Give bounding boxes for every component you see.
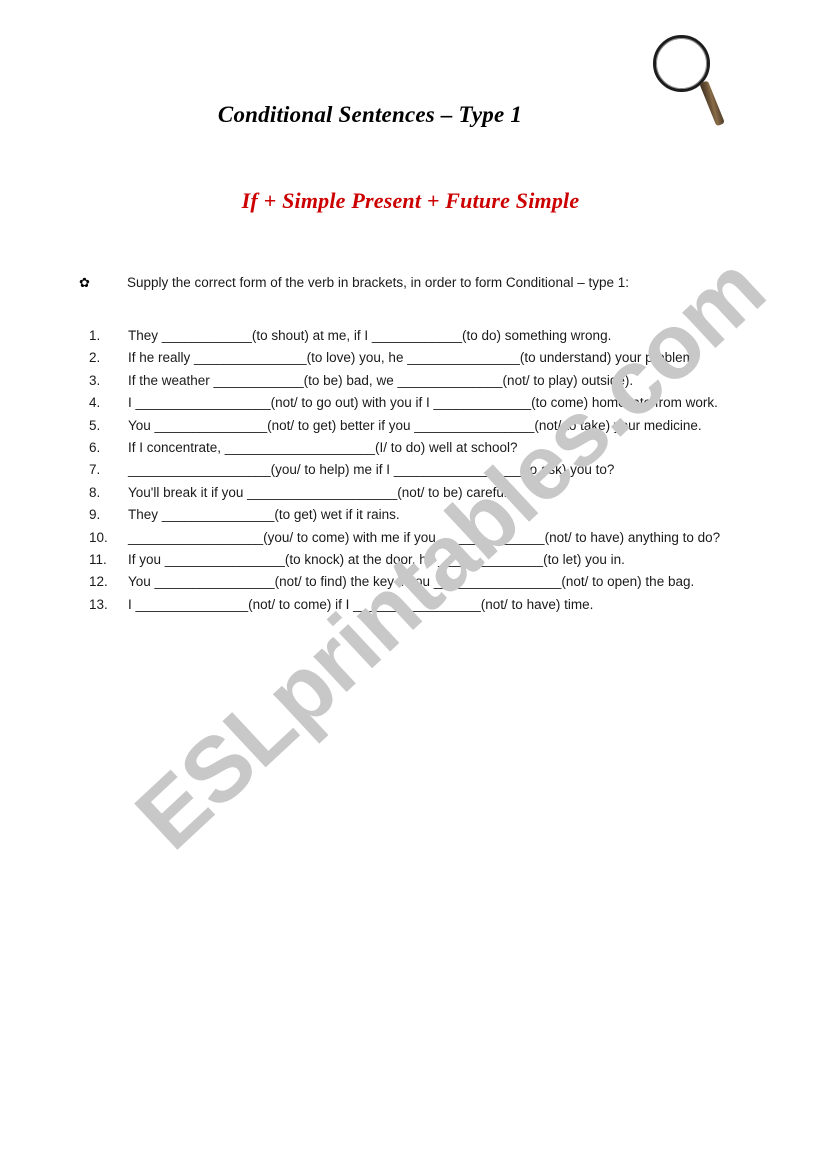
exercise-number: 1.	[89, 328, 101, 343]
exercise-text: If the weather ____________(to be) bad, …	[128, 372, 634, 388]
page-title: Conditional Sentences – Type 1	[217, 102, 523, 127]
instruction-row: ✿ Supply the correct form of the verb in…	[79, 274, 779, 292]
exercise-number: 5.	[89, 417, 101, 433]
exercise-item: 12. You ________________(not/ to find) th…	[89, 573, 754, 591]
exercise-text: You _______________(not/ to get) better …	[128, 417, 702, 433]
exercise-number: 13.	[89, 596, 108, 612]
exercise-item: 8. You'll break it if you _______________…	[89, 484, 754, 502]
exercise-item: 10. __________________(you/ to come) with…	[89, 529, 754, 547]
exercise-item: 11. If you ________________(to knock) at …	[89, 551, 754, 569]
exercise-item: 3. If the weather ____________(to be) bad…	[89, 372, 754, 390]
page-subtitle: If + Simple Present + Future Simple	[241, 188, 580, 213]
exercise-number: 8.	[89, 484, 101, 500]
instruction-text: Supply the correct form of the verb in b…	[127, 275, 629, 290]
exercise-item: 9. They _______________(to get) wet if it…	[89, 506, 754, 524]
exercise-number: 6.	[89, 439, 101, 455]
exercise-text: If I concentrate, ____________________(I…	[128, 439, 518, 455]
exercise-text: You ________________(not/ to find) the k…	[128, 574, 695, 590]
exercise-item: 7. ___________________(you/ to help) me i…	[89, 461, 754, 479]
exercise-item: 1. They ____________(to shout) at me, if …	[89, 327, 754, 345]
exercise-item: 6. If I concentrate, ____________________…	[89, 439, 754, 457]
exercise-number: 12.	[89, 574, 108, 590]
exercise-item: 4. I __________________(not/ to go out) w…	[89, 394, 754, 412]
exercise-number: 2.	[89, 350, 101, 366]
exercise-number: 7.	[89, 462, 101, 478]
exercise-number: 4.	[89, 395, 101, 411]
flower-bullet-icon: ✿	[79, 275, 90, 290]
exercise-text: If he really _______________(to love) yo…	[128, 350, 698, 366]
exercise-number: 11.	[89, 551, 107, 567]
exercise-text: If you ________________(to knock) at the…	[128, 551, 625, 567]
exercise-number: 3.	[89, 372, 101, 388]
exercise-item: 5. You _______________(not/ to get) bette…	[89, 417, 754, 435]
exercise-item: 13. I _______________(not/ to come) if I …	[89, 596, 754, 614]
exercise-item: 2. If he really _______________(to love) …	[89, 349, 754, 367]
exercise-text: ___________________(you/ to help) me if …	[128, 462, 615, 478]
worksheet-page: Conditional Sentences – Type 1 If + Simp…	[0, 0, 821, 1169]
magnifier-lens-glass	[656, 38, 707, 89]
exercise-text: You'll break it if you _________________…	[128, 484, 511, 500]
exercise-text: I __________________(not/ to go out) wit…	[128, 395, 718, 411]
exercise-number: 9.	[89, 507, 101, 523]
exercise-text: I _______________(not/ to come) if I ___…	[128, 596, 594, 612]
exercise-number: 10.	[89, 529, 108, 545]
exercise-text: __________________(you/ to come) with me…	[128, 529, 721, 545]
exercise-text: They ____________(to shout) at me, if I …	[128, 328, 612, 343]
exercise-text: They _______________(to get) wet if it r…	[128, 507, 400, 523]
exercise-list: 1. They ____________(to shout) at me, if …	[89, 327, 754, 618]
